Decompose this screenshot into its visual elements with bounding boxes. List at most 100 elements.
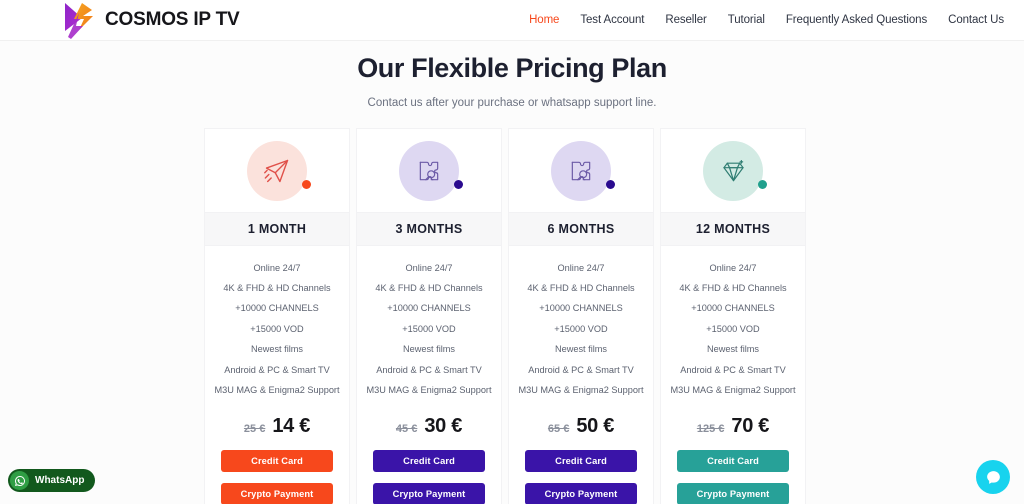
- feature-item: +15000 VOD: [706, 323, 760, 334]
- card-title-area: 12 MONTHS: [660, 212, 806, 246]
- card-body: Online 24/7 4K & FHD & HD Channels +1000…: [508, 246, 654, 504]
- price-row: 65 € 50 €: [509, 415, 653, 438]
- feature-item: Android & PC & Smart TV: [528, 364, 634, 375]
- icon-accent-dot: [454, 179, 463, 189]
- feature-item: +10000 CHANNELS: [691, 303, 775, 314]
- chat-bubble-icon: [986, 470, 1000, 484]
- nav-item-reseller[interactable]: Reseller: [665, 14, 706, 26]
- original-price: 65 €: [547, 422, 570, 435]
- main-nav: Home Test Account Reseller Tutorial Freq…: [529, 14, 1004, 26]
- icon-accent-dot: [758, 179, 767, 189]
- live-chat-button[interactable]: [976, 460, 1010, 494]
- icon-accent-dot: [606, 179, 615, 189]
- hero-section: Our Flexible Pricing Plan Contact us aft…: [0, 41, 1024, 109]
- feature-item: +15000 VOD: [554, 323, 608, 334]
- original-price: 25 €: [243, 422, 266, 435]
- nav-item-contact-us[interactable]: Contact Us: [948, 14, 1004, 26]
- feature-item: Online 24/7: [405, 262, 453, 273]
- original-price: 45 €: [395, 422, 418, 435]
- current-price: 70 €: [731, 414, 770, 437]
- feature-item: 4K & FHD & HD Channels: [679, 282, 787, 293]
- feature-item: +15000 VOD: [250, 323, 304, 334]
- feature-item: M3U MAG & Enigma2 Support: [366, 384, 492, 395]
- brand-name: COSMOS IP TV: [105, 9, 240, 30]
- nav-item-test-account[interactable]: Test Account: [580, 14, 644, 26]
- card-body: Online 24/7 4K & FHD & HD Channels +1000…: [204, 246, 350, 504]
- feature-item: +15000 VOD: [402, 323, 456, 334]
- current-price: 14 €: [272, 414, 311, 437]
- card-icon-area: [508, 128, 654, 212]
- icon-bubble: [551, 140, 615, 201]
- crypto-payment-button[interactable]: Crypto Payment: [373, 482, 485, 504]
- nav-item-home[interactable]: Home: [529, 14, 559, 26]
- credit-card-button[interactable]: Credit Card: [221, 449, 333, 472]
- credit-card-button[interactable]: Credit Card: [525, 449, 637, 472]
- price-row: 25 € 14 €: [205, 415, 349, 438]
- card-title-area: 6 MONTHS: [508, 212, 654, 246]
- pricing-page: COSMOS IP TV Home Test Account Reseller …: [0, 0, 1024, 504]
- whatsapp-chat-button[interactable]: WhatsApp: [8, 469, 96, 492]
- whatsapp-label: WhatsApp: [35, 475, 85, 486]
- feature-item: Newest films: [250, 344, 304, 355]
- plan-title: 3 MONTHS: [395, 222, 463, 236]
- puzzle-piece-icon: [419, 161, 439, 180]
- feature-item: M3U MAG & Enigma2 Support: [214, 384, 340, 395]
- icon-accent-dot: [302, 179, 311, 189]
- price-row: 125 € 70 €: [661, 415, 805, 438]
- crypto-payment-button[interactable]: Crypto Payment: [677, 482, 789, 504]
- feature-item: 4K & FHD & HD Channels: [375, 282, 483, 293]
- feature-item: Android & PC & Smart TV: [224, 364, 330, 375]
- price-row: 45 € 30 €: [357, 415, 501, 438]
- plan-title: 12 MONTHS: [695, 222, 771, 236]
- feature-item: 4K & FHD & HD Channels: [223, 282, 331, 293]
- feature-item: Android & PC & Smart TV: [680, 364, 786, 375]
- card-icon-area: [660, 128, 806, 212]
- crypto-payment-button[interactable]: Crypto Payment: [525, 482, 637, 504]
- icon-bubble: [399, 140, 463, 201]
- pricing-grid: 1 MONTH Online 24/7 4K & FHD & HD Channe…: [204, 128, 824, 504]
- feature-item: Online 24/7: [253, 262, 301, 273]
- feature-item: Newest films: [554, 344, 608, 355]
- plan-title: 6 MONTHS: [547, 222, 615, 236]
- page-subtitle: Contact us after your purchase or whatsa…: [367, 97, 657, 109]
- card-body: Online 24/7 4K & FHD & HD Channels +1000…: [660, 246, 806, 504]
- feature-item: Online 24/7: [709, 262, 757, 273]
- feature-item: +10000 CHANNELS: [539, 303, 623, 314]
- feature-item: Android & PC & Smart TV: [376, 364, 482, 375]
- puzzle-piece-icon: [571, 161, 591, 180]
- paper-plane-icon: [264, 159, 289, 182]
- nav-item-faq[interactable]: Frequently Asked Questions: [786, 14, 927, 26]
- card-icon-area: [204, 128, 350, 212]
- nav-item-tutorial[interactable]: Tutorial: [728, 14, 765, 26]
- page-title: Our Flexible Pricing Plan: [357, 53, 667, 83]
- pricing-card-12-months: 12 MONTHS Online 24/7 4K & FHD & HD Chan…: [660, 128, 806, 504]
- feature-item: +10000 CHANNELS: [235, 303, 319, 314]
- feature-item: Newest films: [402, 344, 456, 355]
- feature-item: Online 24/7: [557, 262, 605, 273]
- current-price: 50 €: [576, 414, 615, 437]
- icon-bubble: [703, 140, 767, 201]
- pricing-card-6-months: 6 MONTHS Online 24/7 4K & FHD & HD Chann…: [508, 128, 654, 504]
- feature-item: +10000 CHANNELS: [387, 303, 471, 314]
- original-price: 125 €: [696, 422, 725, 435]
- feature-item: 4K & FHD & HD Channels: [527, 282, 635, 293]
- feature-item: M3U MAG & Enigma2 Support: [518, 384, 644, 395]
- whatsapp-icon: [10, 471, 29, 490]
- current-price: 30 €: [424, 414, 463, 437]
- brand-logo[interactable]: COSMOS IP TV: [62, 1, 240, 39]
- lightning-bolt-play-logo-icon: [65, 3, 93, 39]
- site-header: COSMOS IP TV Home Test Account Reseller …: [0, 0, 1024, 41]
- card-body: Online 24/7 4K & FHD & HD Channels +1000…: [356, 246, 502, 504]
- credit-card-button[interactable]: Credit Card: [677, 449, 789, 472]
- plan-title: 1 MONTH: [247, 222, 307, 236]
- pricing-card-3-months: 3 MONTHS Online 24/7 4K & FHD & HD Chann…: [356, 128, 502, 504]
- diamond-icon: [722, 159, 744, 182]
- card-title-area: 3 MONTHS: [356, 212, 502, 246]
- credit-card-button[interactable]: Credit Card: [373, 449, 485, 472]
- crypto-payment-button[interactable]: Crypto Payment: [221, 482, 333, 504]
- feature-item: M3U MAG & Enigma2 Support: [670, 384, 796, 395]
- card-title-area: 1 MONTH: [204, 212, 350, 246]
- icon-bubble: [247, 140, 311, 201]
- feature-item: Newest films: [706, 344, 760, 355]
- pricing-card-1-month: 1 MONTH Online 24/7 4K & FHD & HD Channe…: [204, 128, 350, 504]
